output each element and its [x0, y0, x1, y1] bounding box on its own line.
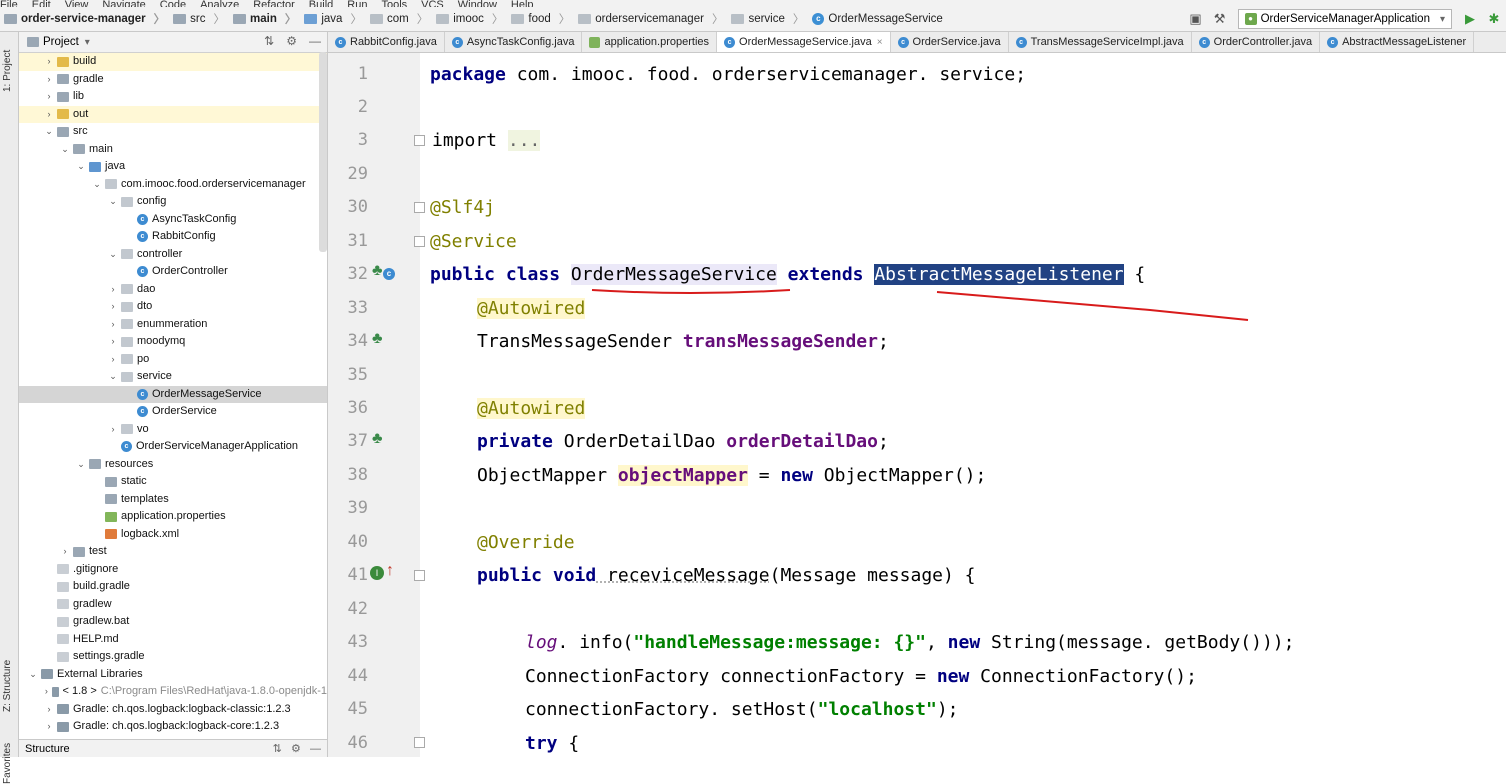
red-annotation — [591, 289, 1249, 321]
